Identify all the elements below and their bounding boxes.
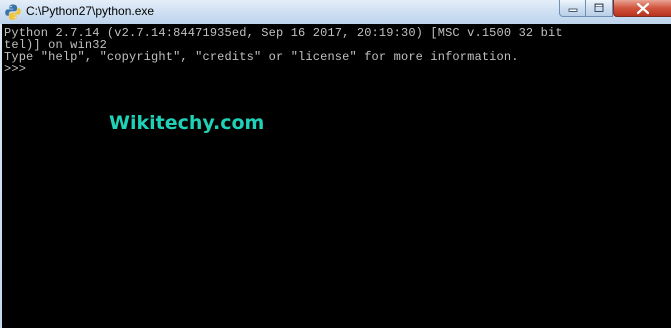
title-bar[interactable]: C:\Python27\python.exe xyxy=(0,0,671,24)
minimize-button[interactable] xyxy=(559,0,586,17)
watermark-text: Wikitechy.com xyxy=(109,112,265,134)
console-area[interactable]: Python 2.7.14 (v2.7.14:84471935ed, Sep 1… xyxy=(2,24,671,328)
close-icon xyxy=(636,2,650,15)
minimize-icon xyxy=(568,8,578,12)
console-line: Type "help", "copyright", "credits" or "… xyxy=(4,50,519,64)
console-prompt[interactable]: >>> xyxy=(4,62,26,76)
console-window: C:\Python27\python.exe Python 2.7.14 (v2… xyxy=(0,0,671,328)
maximize-icon xyxy=(594,3,604,12)
python-icon[interactable] xyxy=(4,3,22,21)
close-button[interactable] xyxy=(613,0,671,17)
console-output: Python 2.7.14 (v2.7.14:84471935ed, Sep 1… xyxy=(4,27,563,75)
maximize-button[interactable] xyxy=(586,0,613,17)
window-title: C:\Python27\python.exe xyxy=(26,4,155,18)
